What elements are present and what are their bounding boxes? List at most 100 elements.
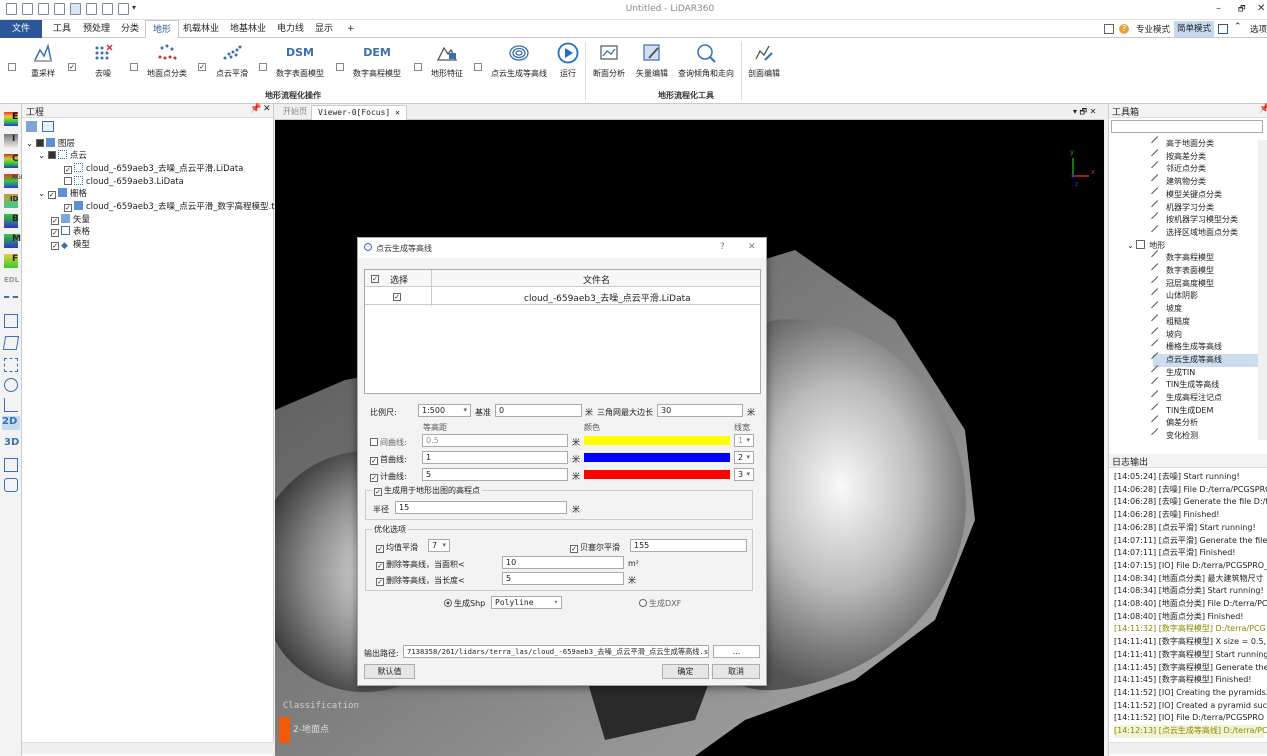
toolbox-terrain-item[interactable]: 栅格生成等高线 (1151, 339, 1222, 354)
toolbox-terrain-item[interactable]: 生成TIN (1151, 364, 1195, 380)
toolbox-terrain-item[interactable]: 生成高程注记点 (1151, 390, 1222, 405)
terrain-feature-button[interactable]: 地形特征 (428, 42, 466, 86)
file-row-checkbox[interactable]: ✓ (393, 291, 403, 301)
smooth-checkbox[interactable]: ✓ (198, 63, 206, 71)
minimize-button[interactable]: – (1216, 3, 1221, 14)
ground-classify-checkbox[interactable] (130, 63, 138, 71)
index-input[interactable]: 5 (422, 468, 568, 481)
toolbox-terrain-item[interactable]: 偏差分析 (1151, 415, 1198, 430)
cancel-button[interactable]: 取消 (712, 664, 760, 679)
toolbox-item[interactable]: 按高差分类 (1151, 148, 1206, 164)
toolbox-terrain-item[interactable]: 点云生成等高线 (1151, 352, 1264, 367)
menu-terrain[interactable]: 地形 (145, 20, 180, 38)
menu-add[interactable]: + (340, 20, 362, 38)
layers-checkbox[interactable] (35, 139, 44, 147)
menu-powerline[interactable]: 电力线 (270, 20, 311, 38)
mixed-color-icon[interactable]: M (4, 234, 21, 248)
index-color-swatch[interactable] (584, 470, 730, 479)
dem-tif-checkbox[interactable]: ✓ (64, 204, 72, 212)
intermediate-checkbox[interactable] (370, 438, 378, 446)
menu-tools[interactable]: 工具 (46, 20, 78, 38)
rotate-icon[interactable] (4, 378, 18, 392)
fullscreen-icon[interactable] (1218, 24, 1228, 34)
intermediate-width-select[interactable]: 1 (734, 434, 754, 447)
delete-icon[interactable] (54, 3, 65, 15)
index-width-select[interactable]: 3 (734, 468, 754, 481)
terrain-feature-checkbox[interactable] (414, 63, 422, 71)
del-length-checkbox[interactable]: ✓ (376, 578, 384, 586)
raster-checkbox[interactable]: ✓ (47, 191, 56, 199)
output-path-input[interactable]: 7138358/261/lidars/terra_las/cloud_-659a… (403, 645, 709, 658)
tree-item-raster[interactable]: ⌄ ✓ 栅格 (38, 188, 87, 200)
options-button[interactable]: 选项 (1250, 23, 1267, 35)
zoom-extent-icon[interactable] (4, 358, 18, 372)
elev-points-checkbox[interactable]: ✓ (374, 488, 382, 496)
browse-button[interactable]: ... (713, 645, 760, 658)
table-checkbox[interactable]: ✓ (51, 229, 59, 237)
close-window-button[interactable]: ✕ (1257, 3, 1265, 14)
simple-mode-button[interactable]: 简单模式 (1174, 21, 1215, 37)
default-button[interactable]: 默认值 (364, 664, 415, 679)
folder-icon[interactable] (70, 3, 81, 15)
tree-item-vector[interactable]: ✓ 矢量 (51, 214, 90, 226)
profile-edit-button[interactable]: 剖面编辑 (746, 42, 782, 86)
restore-button[interactable]: 🗗 (1238, 3, 1246, 17)
menu-preprocess[interactable]: 预处理 (76, 20, 117, 38)
resample-checkbox[interactable] (8, 63, 16, 71)
2d-view-button[interactable]: 2D (2, 416, 20, 430)
screenshot-icon[interactable] (4, 458, 18, 472)
tab-start-page[interactable]: 开始页 (277, 105, 313, 120)
intermediate-color-swatch[interactable] (584, 436, 730, 445)
save-icon[interactable] (86, 3, 97, 15)
pin-icon[interactable]: 📌 (1259, 104, 1267, 114)
first-color-swatch[interactable] (584, 453, 730, 462)
tree-item-layers[interactable]: ⌄ 图层 (26, 138, 75, 150)
toolbox-terrain-item[interactable]: 粗糙度 (1151, 313, 1190, 329)
id-color-icon[interactable]: ID (4, 194, 18, 208)
layout-icon[interactable] (1104, 24, 1114, 34)
toolbox-group-terrain[interactable]: ⌄ 地形 (1127, 239, 1165, 253)
classification-color-icon[interactable]: C (4, 154, 19, 168)
bounding-box-icon[interactable] (4, 314, 18, 328)
menu-classify[interactable]: 分类 (114, 20, 146, 38)
first-width-select[interactable]: 2 (734, 451, 754, 464)
radius-input[interactable]: 15 (395, 501, 567, 514)
toolbox-item[interactable]: 高于地面分类 (1151, 136, 1214, 151)
tree-item-dem-tif[interactable]: ✓ cloud_-659aeb3_去噪_点云平滑_数字高程模型.tif (64, 201, 280, 213)
table-tool-icon[interactable] (42, 121, 54, 132)
toolbox-terrain-item[interactable]: 数字表面模型 (1151, 263, 1214, 278)
toolbox-terrain-item[interactable]: TIN生成等高线 (1151, 377, 1219, 392)
query-dip-button[interactable]: 查询倾角和走向 (676, 42, 736, 86)
edl-icon[interactable]: EDL (4, 276, 22, 290)
toolbox-item[interactable]: 选择区域地面点分类 (1151, 225, 1238, 240)
menu-display[interactable]: 显示 (308, 20, 340, 38)
elevation-color-icon[interactable]: E (4, 112, 18, 126)
rgb-color-icon[interactable]: RGB (4, 174, 25, 188)
shp-radio-row[interactable]: 生成Shp (444, 598, 485, 609)
dialog-close-button[interactable]: ✕ (748, 242, 756, 252)
tree-item-pointcloud[interactable]: ⌄ 点云 (38, 150, 87, 162)
cloud-smoothed-checkbox[interactable]: ✓ (64, 166, 72, 174)
toolbox-item[interactable]: 模型关键点分类 (1151, 186, 1222, 202)
chevron-down-icon[interactable]: ⌄ (38, 189, 45, 199)
bezier-checkbox[interactable]: ✓ (570, 545, 578, 553)
vector-checkbox[interactable]: ✓ (51, 217, 59, 225)
toolbox-item[interactable]: 机器学习分类 (1151, 199, 1214, 215)
cloud-raw-checkbox[interactable] (64, 177, 72, 185)
tree-item-cloud-smoothed[interactable]: ✓ cloud_-659aeb3_去噪_点云平滑.LiData (64, 163, 243, 175)
dsm-checkbox[interactable] (259, 63, 267, 71)
table-row[interactable]: ✓ cloud_-659aeb3_去噪_点云平滑.LiData (365, 287, 760, 305)
run-button[interactable]: 运行 (556, 42, 580, 86)
tree-item-cloud-raw[interactable]: cloud_-659aeb3.LiData (64, 176, 184, 188)
camera-icon[interactable] (4, 478, 18, 492)
coordinate-icon[interactable] (4, 398, 18, 412)
intermediate-input[interactable]: 0.5 (422, 434, 568, 447)
del-area-checkbox[interactable]: ✓ (376, 562, 384, 570)
horizontal-scrollbar[interactable] (22, 742, 274, 754)
model-checkbox[interactable]: ✓ (51, 242, 59, 250)
intensity-color-icon[interactable]: I (4, 134, 18, 148)
dem-checkbox[interactable] (336, 63, 344, 71)
ok-button[interactable]: 确定 (662, 664, 709, 679)
help-button[interactable]: ? (720, 242, 725, 252)
toolbox-terrain-item[interactable]: TIN生成DEM (1151, 402, 1213, 418)
